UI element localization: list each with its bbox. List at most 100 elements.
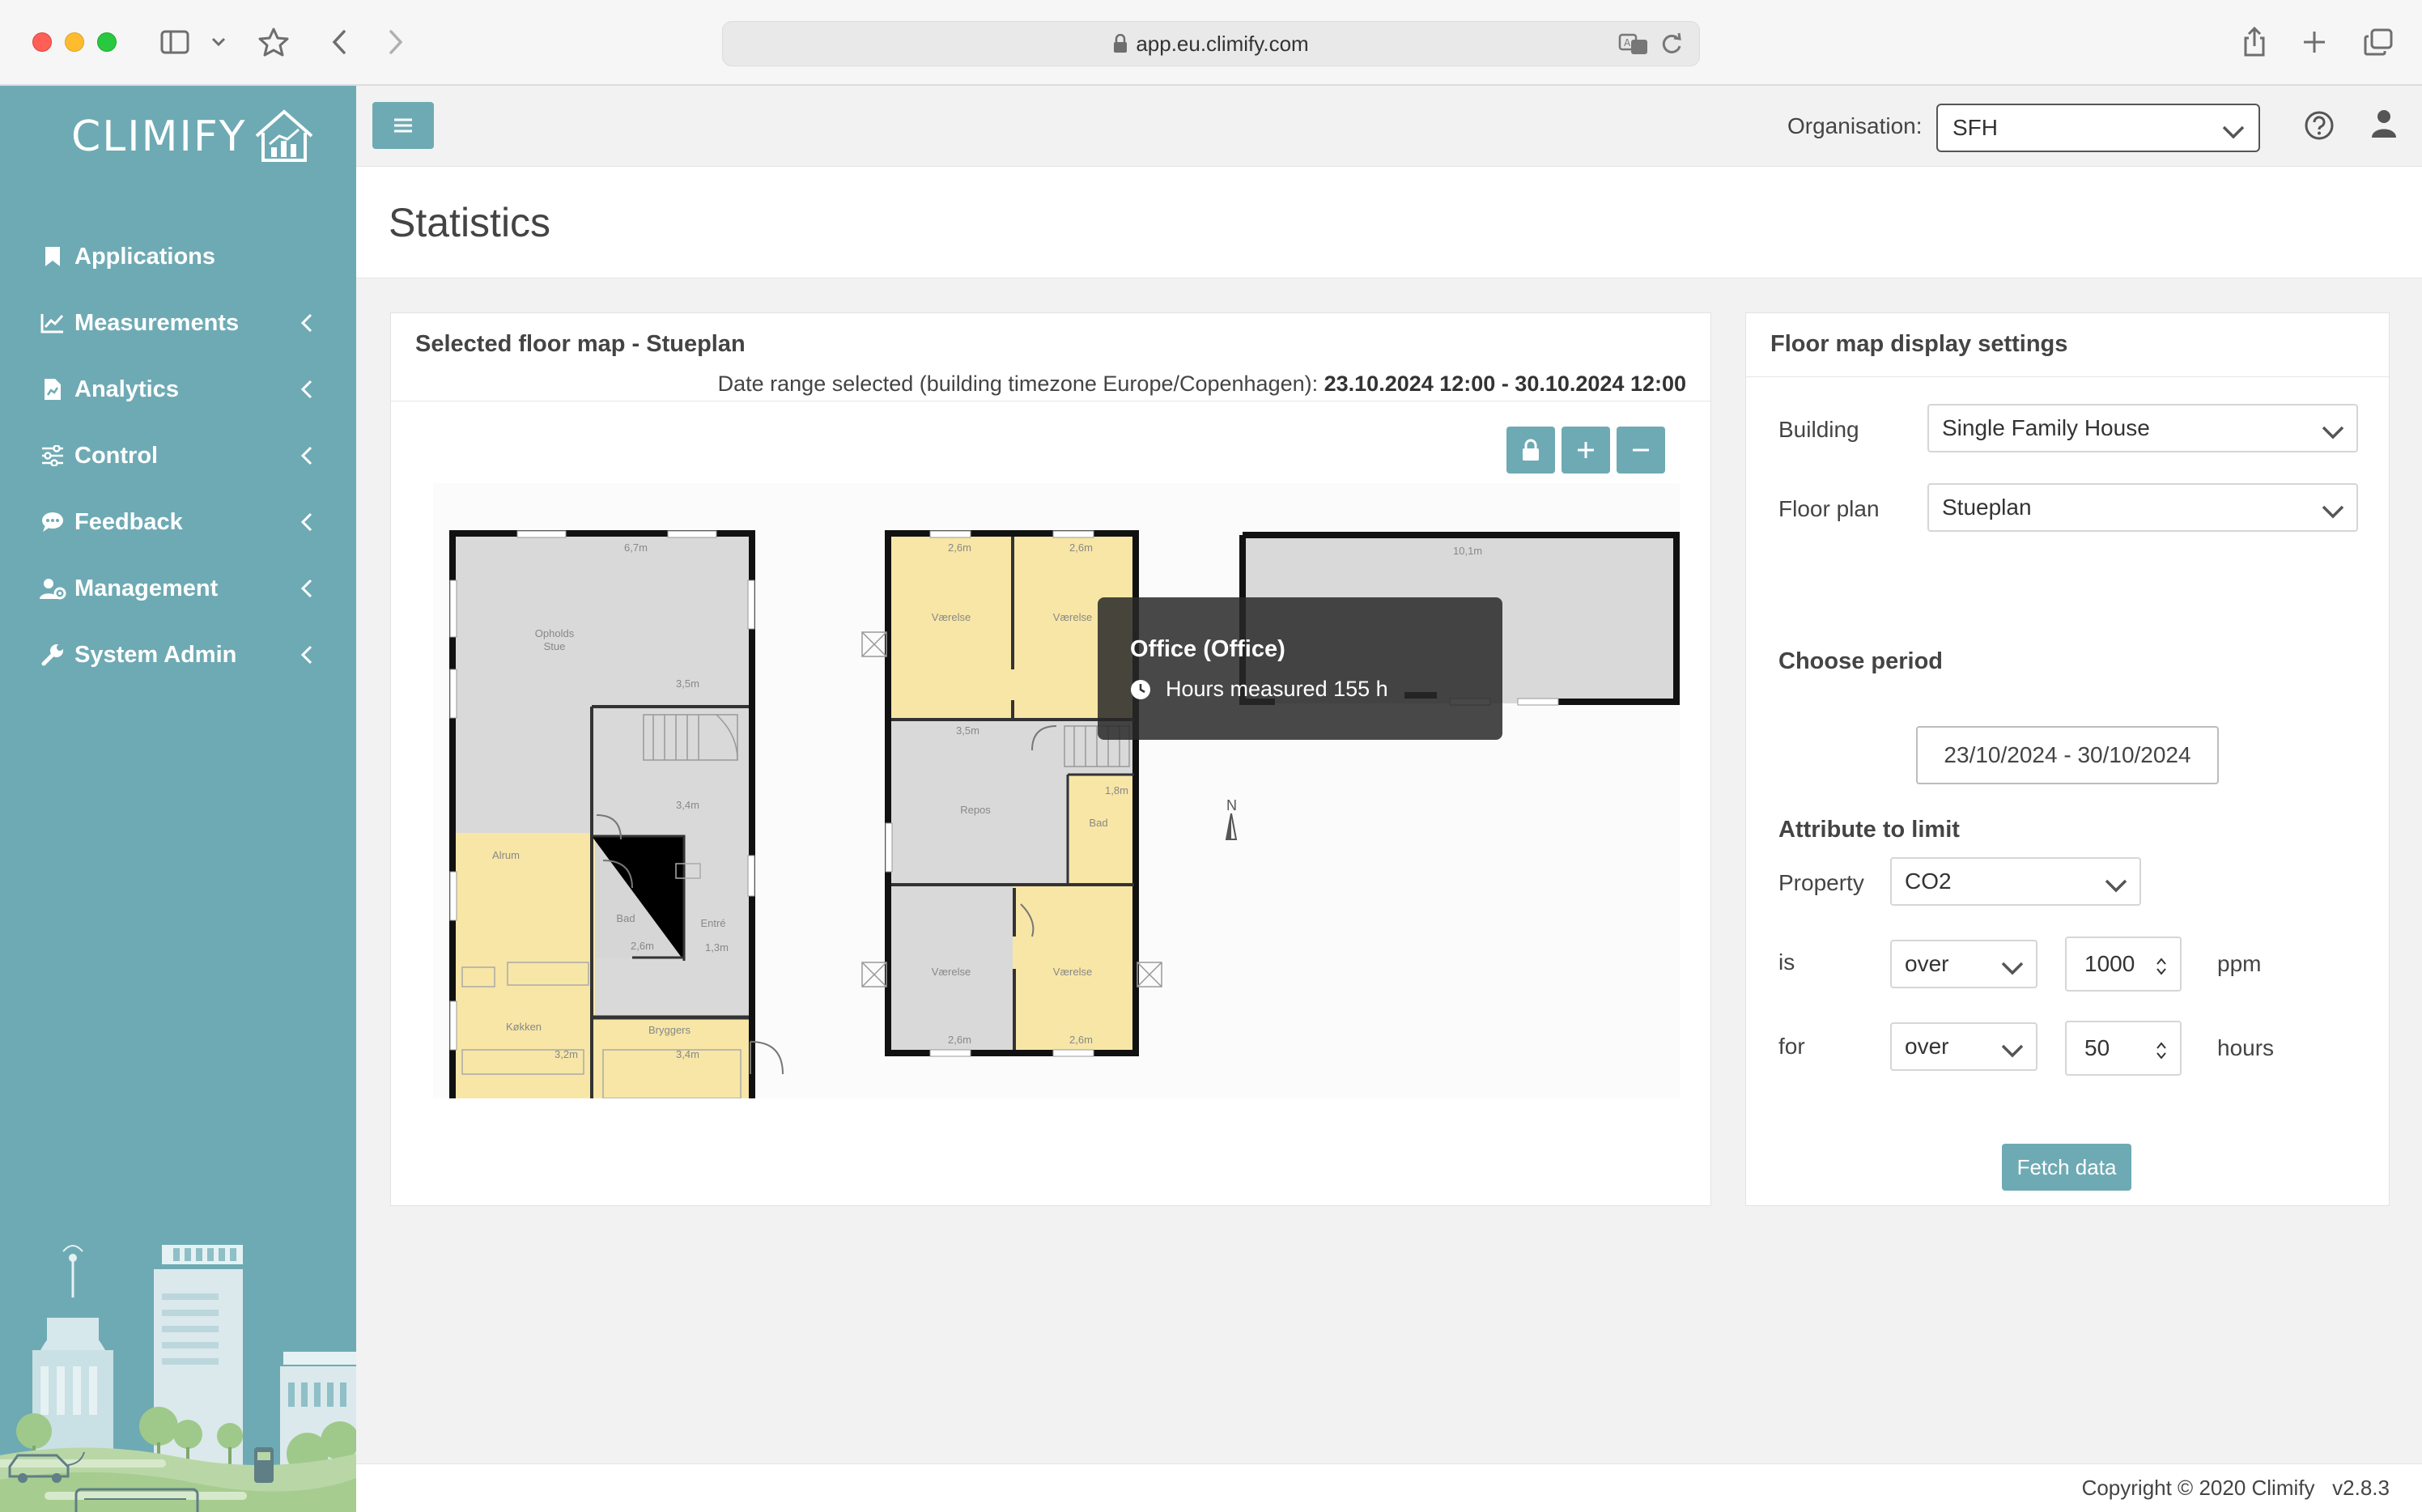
svg-text:N: N: [1226, 797, 1237, 813]
address-bar[interactable]: app.eu.climify.com A: [722, 21, 1700, 66]
svg-text:3,4m: 3,4m: [676, 1048, 699, 1060]
user-profile-icon[interactable]: [2370, 108, 2398, 143]
tab-overview-icon[interactable]: [2362, 24, 2394, 60]
sidebar-item-control[interactable]: Control: [0, 423, 356, 489]
lock-map-button[interactable]: [1506, 427, 1555, 474]
floor-map-panel: Selected floor map - Stueplan Date range…: [390, 312, 1711, 1206]
url-text: app.eu.climify.com: [1136, 31, 1309, 56]
date-range-prefix: Date range selected (building timezone E…: [717, 372, 1324, 396]
forward-icon[interactable]: [384, 24, 408, 60]
chevron-down-icon[interactable]: [209, 24, 228, 60]
room-label-entre: Entré: [700, 917, 725, 929]
lock-icon: [1523, 439, 1539, 461]
for-value-input[interactable]: 50: [2065, 1021, 2182, 1076]
climify-logo[interactable]: CLIMIFY: [71, 108, 317, 165]
new-tab-icon[interactable]: [2301, 24, 2328, 60]
fetch-data-button[interactable]: Fetch data: [2002, 1144, 2131, 1191]
is-operator-value: over: [1905, 951, 1949, 976]
svg-text:2,6m: 2,6m: [948, 1034, 971, 1046]
floorplan-value: Stueplan: [1942, 495, 2032, 520]
spinner-icon[interactable]: [2156, 956, 2167, 983]
chevron-down-icon: [2000, 956, 2025, 982]
organisation-label: Organisation:: [1787, 113, 1923, 138]
help-icon[interactable]: [2304, 110, 2335, 145]
is-value: 1000: [2084, 951, 2135, 976]
minus-icon: [1633, 448, 1649, 452]
room-label-bad-2: Bad: [1089, 817, 1107, 829]
building-value: Single Family House: [1942, 415, 2150, 440]
sidebar-item-applications[interactable]: Applications: [0, 223, 356, 290]
svg-text:2,6m: 2,6m: [1069, 542, 1093, 554]
translate-icon[interactable]: A: [1618, 32, 1649, 62]
bookmark-icon: [39, 243, 66, 270]
copyright-text: Copyright © 2020 Climify v2.8.3: [2081, 1476, 2390, 1500]
sidebar-nav: Applications Measurements Analytics Cont…: [0, 223, 356, 688]
line-chart-icon: [39, 309, 66, 337]
svg-text:3,5m: 3,5m: [676, 677, 699, 690]
svg-text:2,6m: 2,6m: [1069, 1034, 1093, 1046]
chevron-left-icon: [300, 512, 312, 538]
sidebar-item-analytics[interactable]: Analytics: [0, 356, 356, 423]
menu-toggle-button[interactable]: [372, 102, 434, 149]
sidebar-item-label: Management: [74, 575, 219, 601]
sidebar-item-measurements[interactable]: Measurements: [0, 290, 356, 356]
floorplan-select[interactable]: Stueplan: [1927, 483, 2358, 532]
room-tooltip: Office (Office) Hours measured 155 h: [1098, 597, 1502, 740]
attribute-title: Attribute to limit: [1778, 817, 1960, 843]
minimize-window-button[interactable]: [65, 32, 84, 52]
browser-chrome: app.eu.climify.com A: [0, 0, 2422, 86]
room-label-repos: Repos: [960, 804, 991, 816]
back-icon[interactable]: [327, 24, 351, 60]
room-label-kokken: Køkken: [506, 1021, 542, 1033]
footer: Copyright © 2020 Climify v2.8.3: [356, 1463, 2422, 1512]
clock-icon: [1131, 679, 1150, 699]
floor-plan-map[interactable]: Opholds Stue Alrum Køkken Bryggers Bad E…: [433, 483, 1680, 1098]
choose-period-title: Choose period: [1778, 648, 1944, 674]
room-label-vaerelse-1: Værelse: [932, 611, 971, 623]
zoom-out-button[interactable]: [1617, 427, 1665, 474]
svg-text:3,4m: 3,4m: [676, 799, 699, 811]
sidebar-item-system-admin[interactable]: System Admin: [0, 622, 356, 688]
room-vaerelse-1: [890, 535, 1011, 720]
svg-text:2,6m: 2,6m: [948, 542, 971, 554]
building-select[interactable]: Single Family House: [1927, 404, 2358, 452]
reload-icon[interactable]: [1660, 32, 1683, 62]
is-operator-select[interactable]: over: [1890, 940, 2037, 988]
for-label: for: [1778, 1034, 1805, 1059]
floorplan-label: Floor plan: [1778, 496, 1880, 521]
chevron-down-icon: [2321, 420, 2345, 446]
sidebar: CLIMIFY Applications Measurements Analyt…: [0, 86, 356, 1512]
svg-text:1,3m: 1,3m: [705, 941, 729, 953]
plus-icon: [1578, 442, 1594, 458]
chevron-left-icon: [300, 578, 312, 605]
zoom-in-button[interactable]: [1562, 427, 1610, 474]
ground-floor-plan: Opholds Stue Alrum Køkken Bryggers Bad E…: [449, 530, 784, 1098]
chevron-left-icon: [300, 379, 312, 406]
for-operator-value: over: [1905, 1034, 1949, 1059]
close-window-button[interactable]: [32, 32, 52, 52]
sidebar-item-label: Measurements: [74, 309, 240, 336]
tooltip-hours-text: Hours measured 155 h: [1166, 677, 1388, 701]
maximize-window-button[interactable]: [97, 32, 117, 52]
floor-map-title: Selected floor map - Stueplan: [415, 331, 746, 357]
top-bar: Organisation: SFH: [356, 86, 2422, 167]
property-select[interactable]: CO2: [1890, 857, 2141, 906]
period-date-input[interactable]: 23/10/2024 - 30/10/2024: [1916, 726, 2219, 784]
sidebar-item-management[interactable]: Management: [0, 555, 356, 622]
chevron-down-icon: [2000, 1038, 2025, 1064]
tooltip-hours: Hours measured 155 h: [1130, 677, 1388, 702]
spinner-icon[interactable]: [2156, 1040, 2167, 1067]
comment-icon: [39, 508, 66, 536]
chevron-down-icon: [2321, 499, 2345, 525]
organisation-select[interactable]: SFH: [1936, 104, 2260, 152]
room-label-vaerelse-4: Værelse: [1053, 966, 1092, 978]
file-chart-icon: [39, 376, 66, 403]
for-operator-select[interactable]: over: [1890, 1022, 2037, 1071]
sidebar-toggle-icon[interactable]: [157, 24, 193, 60]
sidebar-item-label: Control: [74, 442, 159, 469]
bookmark-star-icon[interactable]: [256, 24, 291, 60]
is-value-input[interactable]: 1000: [2065, 937, 2182, 992]
chevron-left-icon: [300, 644, 312, 671]
sidebar-item-feedback[interactable]: Feedback: [0, 489, 356, 555]
share-icon[interactable]: [2241, 24, 2268, 60]
